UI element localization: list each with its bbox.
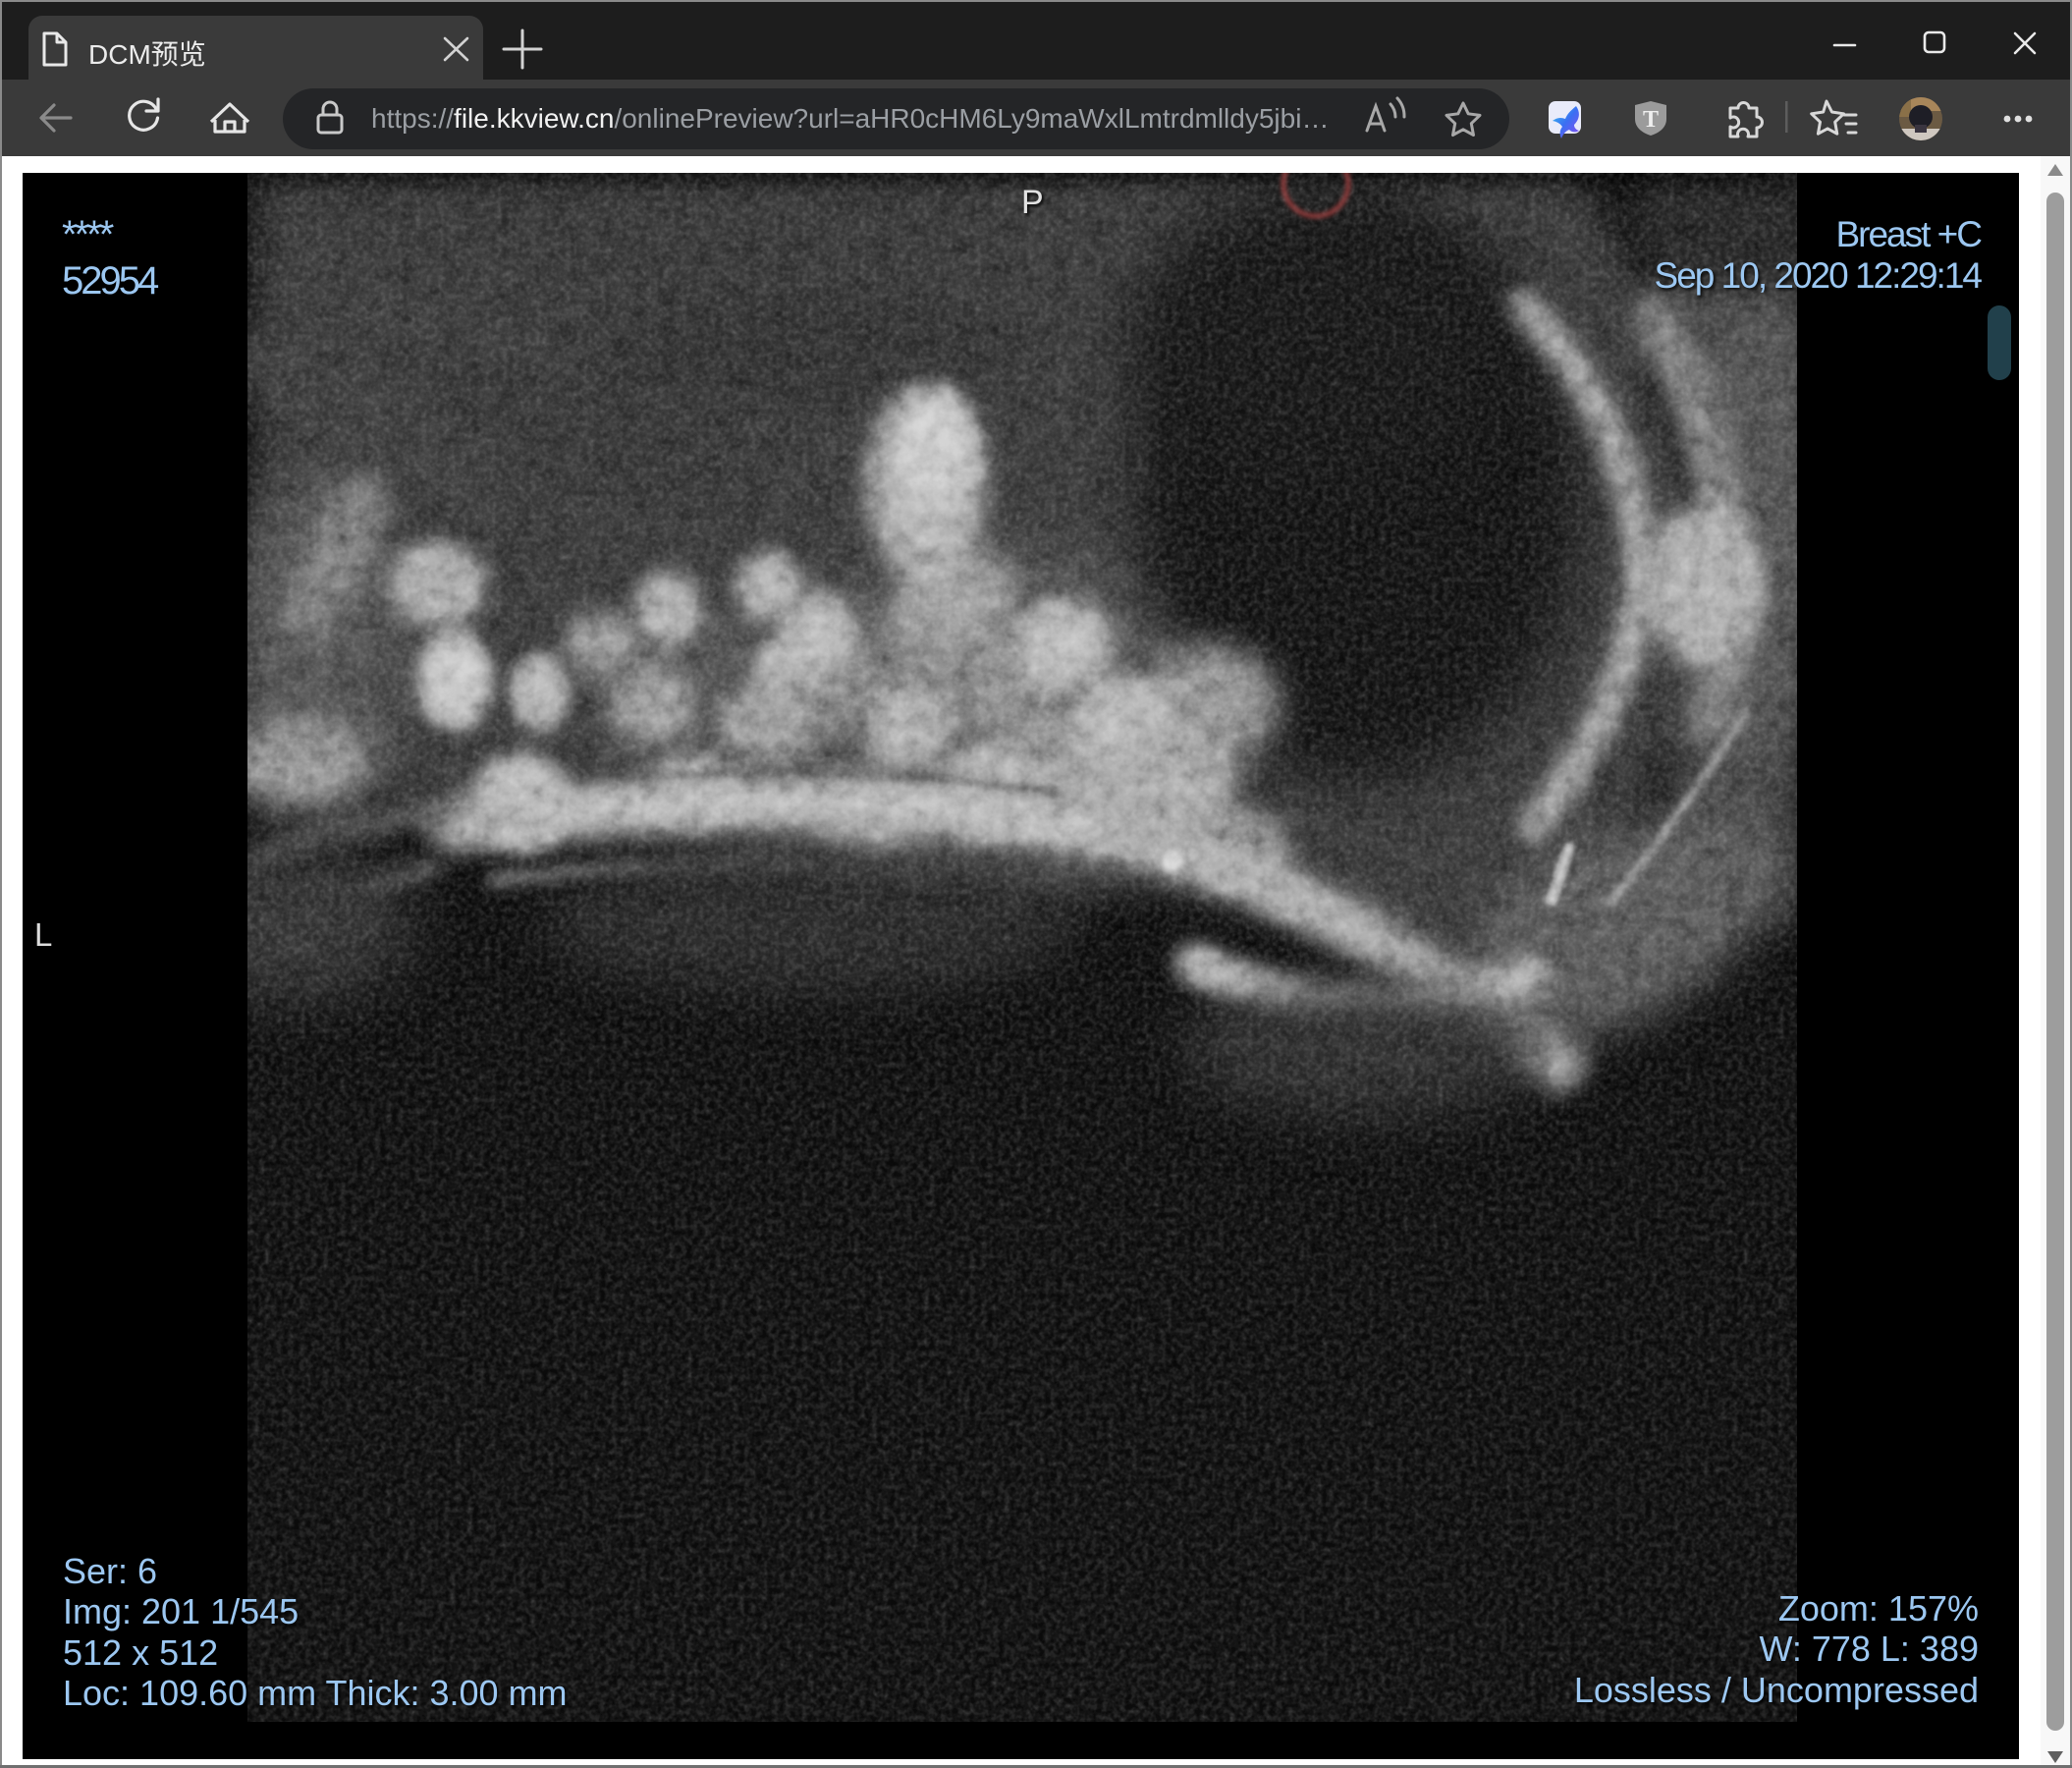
svg-text:T: T xyxy=(1643,107,1659,133)
